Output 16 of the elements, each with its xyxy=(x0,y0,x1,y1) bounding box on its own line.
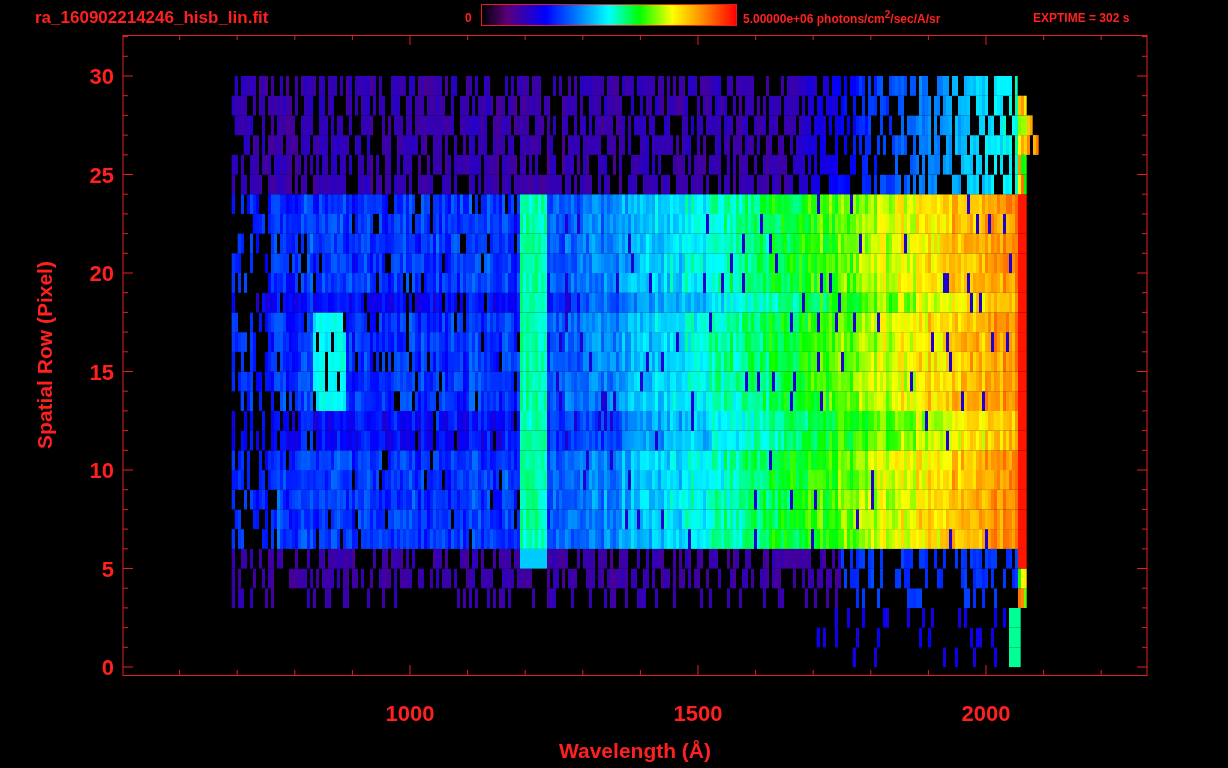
color-bar-min-label: 0 xyxy=(465,10,473,25)
y-tick-label: 5 xyxy=(101,556,114,582)
x-axis-title: Wavelength (Å) xyxy=(558,739,712,762)
y-tick-label: 25 xyxy=(89,162,114,188)
x-tick-label: 1000 xyxy=(385,701,435,726)
plot-title: ra_160902214246_hisb_lin.fit xyxy=(35,7,270,28)
y-tick-label: 30 xyxy=(89,64,114,89)
y-tick-label: 15 xyxy=(89,359,114,385)
y-tick-label: 0 xyxy=(101,655,114,680)
color-bar-max-label: 5.00000e+06 photons/cm$^{2}$/sec/A/sr xyxy=(743,9,942,26)
y-axis-title: Spatial Row (Pixel) xyxy=(33,261,56,449)
exposure-time-label: EXPTIME = 302 s xyxy=(1033,10,1130,25)
x-tick-label: 2000 xyxy=(961,701,1011,726)
y-tick-label: 10 xyxy=(89,458,114,483)
x-tick-label: 1500 xyxy=(673,701,723,726)
y-tick-label: 20 xyxy=(89,261,114,286)
